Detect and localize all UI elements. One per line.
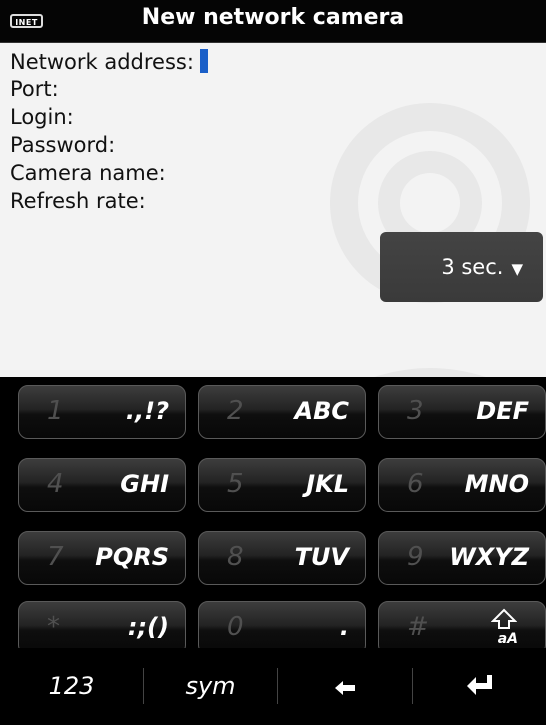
login-field[interactable]: Login: — [10, 105, 74, 129]
key-hash-shift[interactable]: # aA — [378, 601, 546, 655]
enter-button[interactable] — [413, 648, 546, 724]
key-4[interactable]: 4 GHI — [18, 458, 186, 512]
key-number: 2 — [227, 396, 244, 426]
key-number: 5 — [227, 469, 244, 499]
network-address-label: Network address: — [10, 50, 194, 74]
key-number: # — [407, 612, 429, 642]
key-number: 3 — [407, 396, 424, 426]
key-6[interactable]: 6 MNO — [378, 458, 546, 512]
key-letters: PQRS — [95, 543, 169, 571]
chevron-down-icon: ▼ — [511, 260, 523, 278]
key-letters: .,!? — [125, 397, 169, 425]
key-0[interactable]: 0. — [198, 601, 366, 655]
key-number: 6 — [407, 469, 424, 499]
key-letters: WXYZ — [449, 543, 529, 571]
key-number: 8 — [227, 542, 244, 572]
port-field[interactable]: Port: — [10, 77, 59, 101]
enter-icon — [466, 649, 493, 725]
camera-icon — [330, 103, 530, 377]
key-2[interactable]: 2 ABC — [198, 385, 366, 439]
key-7[interactable]: 7 PQRS — [18, 531, 186, 585]
key-number: * — [47, 612, 60, 642]
sym-button[interactable]: sym — [144, 648, 277, 724]
text-cursor — [199, 49, 208, 73]
shift-sub-label: aA — [497, 631, 518, 647]
refresh-rate-dropdown[interactable]: 3 sec. ▼ — [380, 232, 543, 302]
key-letters: TUV — [294, 543, 349, 571]
key-letters: DEF — [476, 397, 529, 425]
key-letters: . — [339, 613, 349, 641]
key-1[interactable]: 1.,!? — [18, 385, 186, 439]
key-letters: :;() — [127, 613, 169, 641]
key-8[interactable]: 8 TUV — [198, 531, 366, 585]
key-letters: JKL — [306, 470, 349, 498]
shift-arrow-icon — [490, 608, 518, 632]
password-field[interactable]: Password: — [10, 133, 115, 157]
key-star[interactable]: * :;() — [18, 601, 186, 655]
page-title: New network camera — [141, 5, 405, 30]
key-number: 0 — [227, 612, 244, 642]
backspace-button[interactable] — [278, 648, 412, 724]
title-bar: INET New network camera — [0, 0, 546, 43]
camera-name-field[interactable]: Camera name: — [10, 161, 166, 185]
bottom-bar: 123 sym — [0, 648, 546, 724]
mode-123-button[interactable]: 123 — [0, 648, 143, 724]
key-9[interactable]: 9 WXYZ — [378, 531, 546, 585]
camera-form: Network address: Port: Login: Password: … — [0, 43, 546, 377]
key-number: 4 — [47, 469, 64, 499]
backspace-icon — [335, 649, 355, 725]
refresh-rate-value: 3 sec. — [441, 255, 504, 279]
refresh-rate-label: Refresh rate: — [10, 189, 146, 213]
network-address-field[interactable]: Network address: — [10, 49, 208, 74]
key-number: 7 — [47, 542, 64, 572]
key-3[interactable]: 3 DEF — [378, 385, 546, 439]
key-number: 1 — [47, 396, 64, 426]
key-letters: MNO — [464, 470, 529, 498]
key-letters: GHI — [120, 470, 169, 498]
key-number: 9 — [407, 542, 424, 572]
key-5[interactable]: 5 JKL — [198, 458, 366, 512]
key-letters: ABC — [294, 397, 349, 425]
